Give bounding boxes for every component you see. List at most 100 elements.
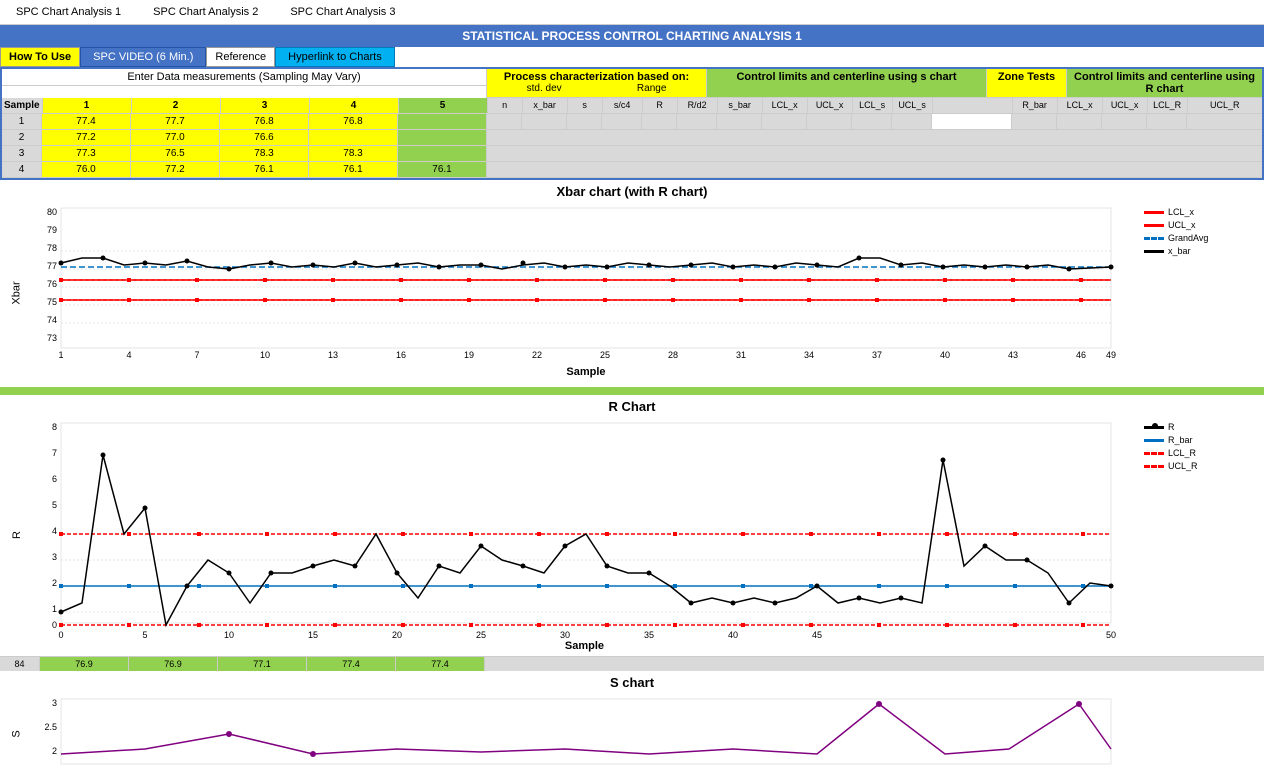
nav-item-1[interactable]: SPC Chart Analysis 1 [0, 2, 137, 22]
legend-lclx-line [1144, 211, 1164, 214]
svg-text:15: 15 [308, 630, 318, 638]
row2-c2[interactable]: 77.0 [131, 130, 220, 145]
svg-text:76: 76 [47, 279, 57, 289]
row2-c5[interactable] [398, 130, 487, 145]
row2-rest [487, 130, 1262, 145]
xbar-svg: 80 79 78 77 76 75 74 73 [29, 203, 1129, 383]
svg-text:8: 8 [52, 422, 57, 432]
row4-c5[interactable]: 76.1 [398, 162, 487, 177]
row1-uclr [1187, 114, 1262, 129]
process-char-std: std. dev [527, 83, 562, 94]
svg-text:25: 25 [476, 630, 486, 638]
how-to-use-button[interactable]: How To Use [0, 47, 80, 67]
row4-c1[interactable]: 76.0 [42, 162, 131, 177]
svg-text:10: 10 [224, 630, 234, 638]
legend-uclr-line [1144, 465, 1164, 468]
control-limits-s-title: Control limits and centerline using s ch… [709, 71, 984, 83]
col-uclr: UCL_R [1188, 98, 1262, 113]
row3-c3[interactable]: 78.3 [220, 146, 309, 161]
legend-lclx-label: LCL_x [1168, 207, 1194, 217]
column-headers: Sample 1 2 3 4 5 n x_bar s s/c4 R R/d2 s… [2, 98, 1262, 114]
zone-tests-header: Zone Tests [987, 69, 1067, 98]
nav-item-2[interactable]: SPC Chart Analysis 2 [137, 2, 274, 22]
row1-c2[interactable]: 77.7 [131, 114, 220, 129]
legend-grandavg-line [1144, 237, 1164, 240]
svg-text:79: 79 [47, 225, 57, 235]
svg-text:13: 13 [328, 350, 338, 360]
row4-sample: 4 [2, 162, 42, 177]
svg-text:40: 40 [728, 630, 738, 638]
svg-text:28: 28 [668, 350, 678, 360]
row4-c2[interactable]: 77.2 [131, 162, 220, 177]
legend-uclx: UCL_x [1144, 220, 1256, 230]
svg-text:0: 0 [52, 620, 57, 630]
r-chart-x-axis-label: Sample [29, 640, 1140, 652]
row1-c4[interactable]: 76.8 [309, 114, 398, 129]
top-navigation: SPC Chart Analysis 1 SPC Chart Analysis … [0, 0, 1264, 25]
col-s: s [568, 98, 603, 113]
xbar-chart-section: Xbar chart (with R chart) Xbar 80 79 78 … [0, 180, 1264, 387]
row1-zone [932, 114, 1012, 129]
svg-text:6: 6 [52, 474, 57, 484]
col-sample: Sample [2, 98, 43, 113]
row1-c5[interactable] [398, 114, 487, 129]
row4-c3[interactable]: 76.1 [220, 162, 309, 177]
col-uclx-s: UCL_x [808, 98, 853, 113]
row2-c3[interactable]: 76.6 [220, 130, 309, 145]
svg-text:78: 78 [47, 243, 57, 253]
row3-c1[interactable]: 77.3 [42, 146, 131, 161]
svg-text:22: 22 [532, 350, 542, 360]
row1-rbar [1012, 114, 1057, 129]
legend-grandavg: GrandAvg [1144, 233, 1256, 243]
row1-c3[interactable]: 76.8 [220, 114, 309, 129]
svg-text:2.5: 2.5 [44, 722, 57, 732]
row1-lclr [1147, 114, 1187, 129]
svg-text:19: 19 [464, 350, 474, 360]
col-5: 5 [399, 98, 488, 113]
s-y-label: S [11, 730, 23, 737]
legend-lclr-line [1144, 452, 1164, 455]
row1-s [567, 114, 602, 129]
row2-c1[interactable]: 77.2 [42, 130, 131, 145]
control-limits-r-header: Control limits and centerline using R ch… [1067, 69, 1262, 98]
col-sc4: s/c4 [603, 98, 643, 113]
svg-text:5: 5 [142, 630, 147, 638]
row2-c4[interactable] [309, 130, 398, 145]
svg-text:4: 4 [52, 526, 57, 536]
row3-c5[interactable] [398, 146, 487, 161]
r-chart-legend: R R_bar LCL_R UCL_R [1140, 418, 1260, 652]
svg-text:50: 50 [1106, 630, 1116, 638]
row3-c4[interactable]: 78.3 [309, 146, 398, 161]
svg-text:4: 4 [126, 350, 131, 360]
reference-button[interactable]: Reference [206, 47, 275, 67]
data-entry-title: Enter Data measurements (Sampling May Va… [2, 69, 486, 86]
legend-uclr: UCL_R [1144, 461, 1256, 471]
s-chart-section: S chart S 3 2.5 2 [0, 671, 1264, 778]
col-n: n [488, 98, 523, 113]
legend-r-label: R [1168, 422, 1175, 432]
table-row: 1 77.4 77.7 76.8 76.8 [2, 114, 1262, 130]
row1-lcls [852, 114, 892, 129]
table-row: 3 77.3 76.5 78.3 78.3 [2, 146, 1262, 162]
row1-c1[interactable]: 77.4 [42, 114, 131, 129]
svg-text:34: 34 [804, 350, 814, 360]
bottom-c5: 77.4 [396, 657, 485, 671]
r-chart-svg: 8 7 6 5 4 3 2 1 0 [29, 418, 1129, 638]
zone-tests-title: Zone Tests [989, 71, 1064, 83]
main-title: STATISTICAL PROCESS CONTROL CHARTING ANA… [462, 29, 802, 43]
data-rows: 1 77.4 77.7 76.8 76.8 2 [2, 114, 1262, 178]
svg-text:5: 5 [52, 500, 57, 510]
col-lcls: LCL_s [853, 98, 893, 113]
spc-video-button[interactable]: SPC VIDEO (6 Min.) [80, 47, 206, 67]
svg-text:25: 25 [600, 350, 610, 360]
svg-text:10: 10 [260, 350, 270, 360]
bottom-c3: 77.1 [218, 657, 307, 671]
svg-text:49: 49 [1106, 350, 1116, 360]
hyperlink-button[interactable]: Hyperlink to Charts [275, 47, 395, 67]
col-rd2: R/d2 [678, 98, 718, 113]
legend-uclx-label: UCL_x [1168, 220, 1196, 230]
headers-section: Enter Data measurements (Sampling May Va… [2, 69, 1262, 98]
row3-c2[interactable]: 76.5 [131, 146, 220, 161]
row4-c4[interactable]: 76.1 [309, 162, 398, 177]
nav-item-3[interactable]: SPC Chart Analysis 3 [274, 2, 411, 22]
